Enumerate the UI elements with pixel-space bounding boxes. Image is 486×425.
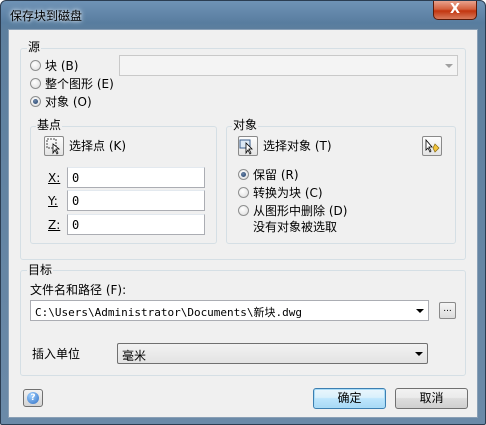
convert-to-block-radio[interactable] (238, 187, 249, 198)
x-coordinate-value: 0 (72, 171, 80, 185)
window-title: 保存块到磁盘 (10, 9, 83, 23)
filename-path-value: C:\Users\Administrator\Documents\新块.dwg (35, 306, 303, 319)
select-objects-icon (239, 139, 253, 155)
filename-path-combo[interactable]: C:\Users\Administrator\Documents\新块.dwg (30, 300, 429, 321)
help-button[interactable]: ? (23, 389, 43, 407)
destination-group-label: 目标 (27, 263, 54, 277)
convert-to-block-radio-label[interactable]: 转换为块 (C) (253, 186, 323, 200)
quick-select-icon (425, 138, 440, 153)
objects-radio[interactable] (30, 96, 41, 107)
chevron-down-icon (415, 352, 423, 356)
help-icon: ? (27, 392, 39, 404)
selection-status-text: 没有对象被选取 (253, 220, 338, 234)
block-radio-label[interactable]: 块 (B) (45, 59, 78, 73)
insert-units-label: 插入单位 (32, 347, 81, 361)
title-bar[interactable]: 保存块到磁盘 X (1, 1, 485, 29)
whole-drawing-radio[interactable] (30, 78, 41, 89)
delete-from-drawing-radio-label[interactable]: 从图形中删除 (D) (253, 204, 347, 218)
close-button[interactable]: X (433, 1, 477, 20)
whole-drawing-radio-label[interactable]: 整个图形 (E) (45, 77, 114, 91)
quick-select-button[interactable] (422, 136, 442, 156)
dialog-window: 保存块到磁盘 X 源 块 (B) 整个图形 (E) 对象 (O) 基点 选择点 … (0, 0, 486, 425)
ok-button[interactable]: 确定 (313, 388, 386, 409)
y-coordinate-value: 0 (72, 194, 80, 208)
z-label: Z: (48, 218, 61, 232)
retain-radio[interactable] (238, 169, 249, 180)
chevron-down-icon (445, 64, 453, 68)
insert-units-value: 毫米 (122, 349, 147, 363)
base-point-group-label: 基点 (36, 118, 63, 132)
select-objects-button[interactable] (238, 136, 258, 156)
filename-label: 文件名和路径 (F): (30, 283, 127, 297)
z-coordinate-value: 0 (72, 218, 80, 232)
x-label: X: (48, 171, 61, 185)
pick-point-icon (46, 138, 61, 155)
y-label: Y: (48, 194, 58, 208)
delete-from-drawing-radio[interactable] (238, 205, 249, 216)
insert-units-select[interactable]: 毫米 (117, 343, 428, 364)
y-coordinate-input[interactable]: 0 (67, 190, 205, 211)
block-radio[interactable] (30, 60, 41, 71)
cancel-button[interactable]: 取消 (395, 388, 468, 409)
pick-point-label[interactable]: 选择点 (K) (69, 139, 126, 153)
pick-point-button[interactable] (44, 136, 64, 156)
objects-group-label: 对象 (232, 118, 259, 132)
dialog-body: 源 块 (B) 整个图形 (E) 对象 (O) 基点 选择点 (K) X: 0 … (8, 29, 478, 418)
browse-button[interactable]: ... (439, 302, 456, 319)
objects-radio-label[interactable]: 对象 (O) (45, 95, 92, 109)
retain-radio-label[interactable]: 保留 (R) (253, 168, 299, 182)
block-name-combo (119, 55, 458, 76)
select-objects-label[interactable]: 选择对象 (T) (263, 139, 332, 153)
source-group-label: 源 (27, 40, 42, 54)
x-coordinate-input[interactable]: 0 (67, 167, 205, 188)
z-coordinate-input[interactable]: 0 (67, 214, 205, 235)
chevron-down-icon[interactable] (416, 309, 424, 313)
